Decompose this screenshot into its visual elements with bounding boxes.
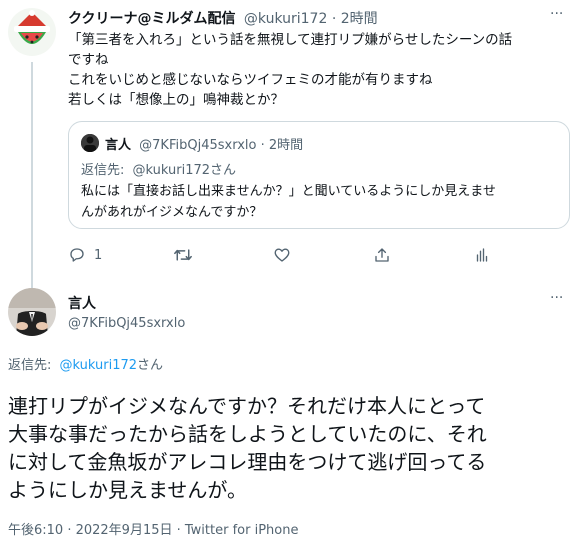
person-silhouette-icon — [81, 134, 99, 152]
parent-display-name[interactable]: ククリーナ@ミルダム配信 — [68, 11, 235, 27]
main-reply-to: 返信先: @kukuri172さん — [8, 354, 163, 373]
retweet-action[interactable] — [173, 246, 193, 264]
separator-dot: · — [260, 138, 265, 153]
reply-to-handle: @kukuri172さん — [132, 163, 237, 178]
parent-line: これをいじめと感じないならツイフェミの才能が有りますね — [68, 72, 433, 88]
quoted-tweet-card[interactable]: 言人 @7KFibQj45sxrxlo · 2時間 返信先: @kukuri17… — [68, 121, 570, 229]
reply-count: 1 — [94, 247, 103, 263]
main-handle[interactable]: @7KFibQj45sxrxlo — [68, 316, 185, 331]
parent-text: 「第三者を入れろ」という話を無視して連打リプ嫌がらせしたシーンの話 ですね これ… — [68, 30, 573, 110]
parent-handle[interactable]: @kukuri172 — [244, 11, 327, 27]
reply-bubble-icon — [70, 248, 84, 262]
quoted-line: んがあれがイジメなんですか？ — [81, 205, 263, 220]
main-line: ようにしか見えませんが。 — [8, 478, 247, 502]
heart-icon — [274, 248, 290, 262]
parent-time[interactable]: 2時間 — [341, 11, 378, 27]
main-avatar[interactable] — [8, 288, 56, 336]
quoted-header: 言人 @7KFibQj45sxrxlo · 2時間 — [105, 134, 303, 153]
analytics-action[interactable] — [473, 246, 491, 264]
quoted-time: 2時間 — [268, 138, 304, 153]
quoted-reply-to: 返信先: @kukuri172さん — [81, 159, 236, 178]
parent-line: 「第三者を入れろ」という話を無視して連打リプ嫌がらせしたシーンの話 — [68, 32, 513, 48]
share-action[interactable] — [373, 246, 391, 264]
separator-dot: · — [331, 11, 337, 27]
analytics-bars-icon — [476, 248, 488, 262]
main-text: 連打リプがイジメなんですか？それだけ本人にとって 大事な事だったから話をしようと… — [8, 392, 578, 504]
main-more-button[interactable]: ··· — [550, 290, 563, 306]
main-timestamp[interactable]: 午後6:10 · 2022年9月15日 · Twitter for iPhone — [8, 519, 298, 538]
main-display-name[interactable]: 言人 — [68, 293, 96, 313]
parent-avatar[interactable] — [8, 8, 56, 56]
like-action[interactable] — [273, 246, 291, 264]
parent-line: ですね — [68, 52, 109, 68]
reply-to-label: 返信先: — [8, 358, 52, 373]
santa-watermelon-avatar-icon — [8, 8, 56, 56]
parent-line: 若しくは「想像上の」鳴神裁とか？ — [68, 92, 284, 108]
suited-person-avatar-icon — [8, 288, 56, 336]
reply-to-suffix: さん — [137, 358, 164, 373]
retweet-icon — [174, 249, 192, 261]
parent-header: ククリーナ@ミルダム配信 @kukuri172 · 2時間 — [68, 8, 378, 27]
thread-connector-line — [31, 62, 33, 290]
main-line: に対して金魚坂がアレコレ理由をつけて逃げ回ってる — [8, 450, 487, 474]
quoted-avatar — [81, 134, 99, 152]
reply-to-handle-link[interactable]: @kukuri172 — [60, 358, 138, 373]
parent-more-button[interactable]: ··· — [550, 6, 563, 22]
quoted-text: 私には「直接お話し出来ませんか？」と聞いているようにしか見えませ んがあれがイジ… — [81, 181, 561, 223]
reply-to-label: 返信先: — [81, 163, 125, 178]
quoted-display-name: 言人 — [105, 138, 132, 153]
main-line: 連打リプがイジメなんですか？それだけ本人にとって — [8, 394, 486, 418]
reply-action[interactable]: 1 — [68, 246, 102, 264]
quoted-handle: @7KFibQj45sxrxlo — [139, 138, 257, 153]
share-upload-icon — [375, 248, 389, 262]
quoted-line: 私には「直接お話し出来ませんか？」と聞いているようにしか見えませ — [81, 184, 496, 199]
main-line: 大事な事だったから話をしようとしていたのに、それ — [8, 422, 487, 446]
